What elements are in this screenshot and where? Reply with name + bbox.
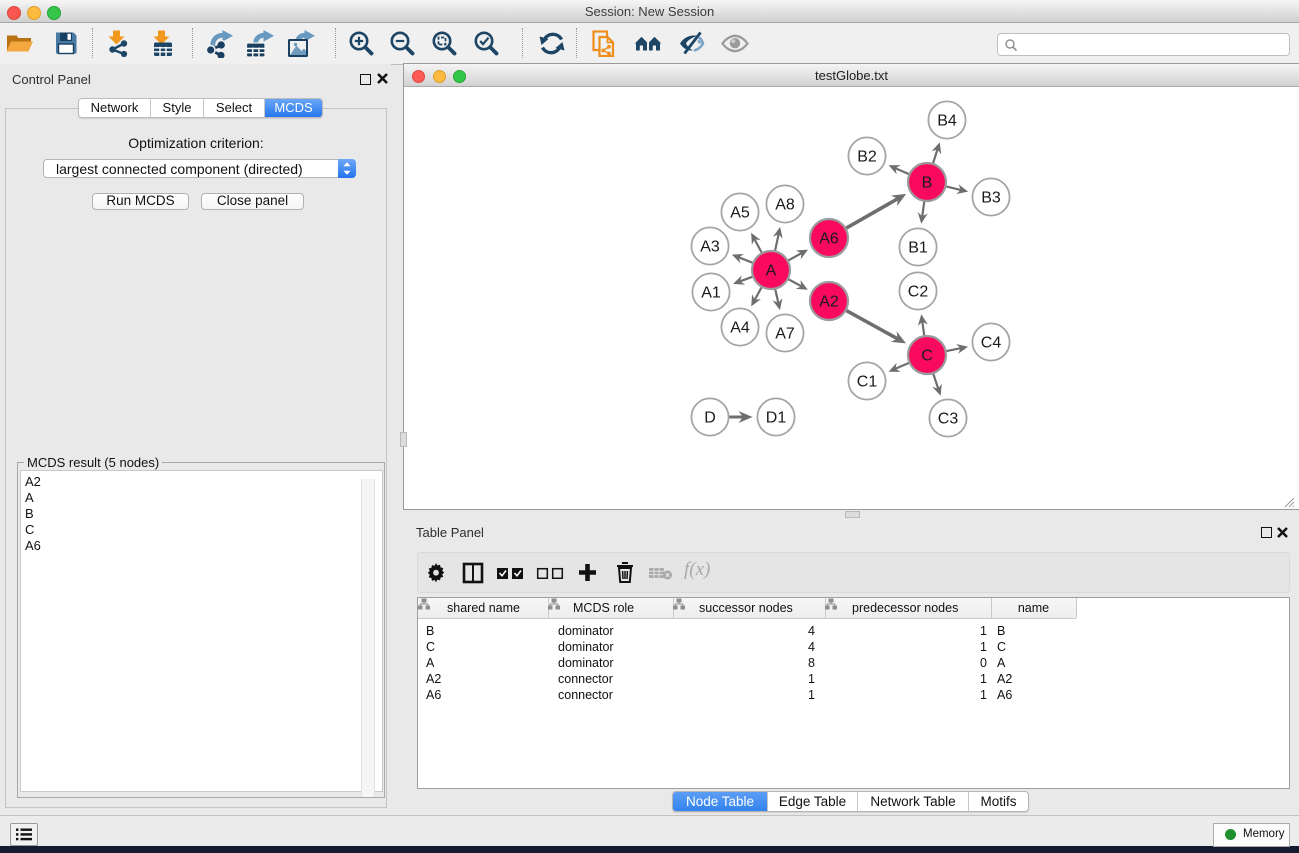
svg-text:C2: C2 [908,284,929,301]
svg-text:A5: A5 [730,205,750,222]
svg-text:A8: A8 [775,197,795,214]
svg-text:C4: C4 [981,335,1002,352]
svg-text:B: B [922,175,933,192]
svg-text:B4: B4 [937,113,957,130]
svg-text:B1: B1 [908,240,928,257]
svg-text:B3: B3 [981,190,1001,207]
svg-text:A6: A6 [819,231,839,248]
svg-text:A2: A2 [819,294,839,311]
svg-text:D: D [704,410,716,427]
svg-text:A4: A4 [730,320,750,337]
svg-text:C: C [921,348,933,365]
svg-text:B2: B2 [857,149,877,166]
svg-text:A7: A7 [775,326,795,343]
svg-text:A3: A3 [700,239,720,256]
svg-text:D1: D1 [766,410,787,427]
svg-text:A1: A1 [701,285,721,302]
svg-text:A: A [766,263,777,280]
svg-text:C1: C1 [857,374,878,391]
svg-text:C3: C3 [938,411,959,428]
